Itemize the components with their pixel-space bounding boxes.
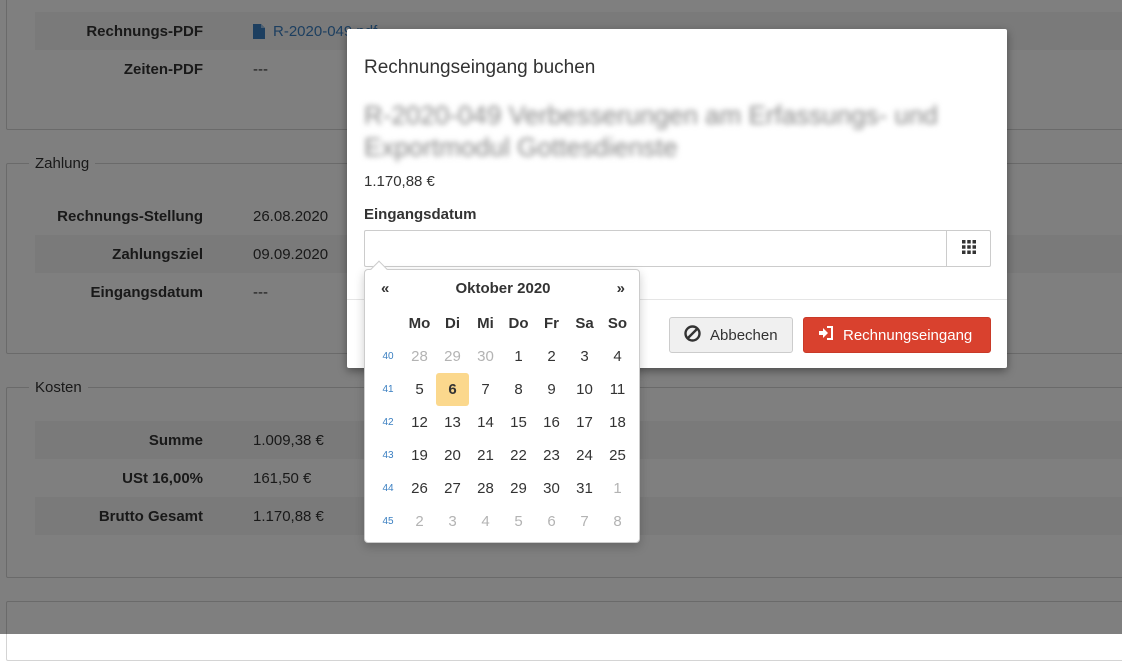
- week-number: 41: [382, 384, 394, 395]
- weekday-header: Sa: [575, 315, 594, 332]
- date-input-group: [364, 230, 991, 267]
- day-cell[interactable]: 29: [436, 340, 469, 373]
- day-cell[interactable]: 13: [436, 406, 469, 439]
- day-cell[interactable]: 9: [535, 373, 568, 406]
- day-cell[interactable]: 4: [601, 340, 634, 373]
- day-cell[interactable]: 11: [601, 373, 634, 406]
- submit-button-label: Rechnungseingang: [843, 326, 973, 344]
- day-cell[interactable]: 23: [535, 439, 568, 472]
- week-number: 42: [382, 417, 394, 428]
- datepicker-grid: Mo Di Mi Do Fr Sa So 40 28 29 30 1 2 3 4 41 5 6 7 8 9 10 11 42…: [373, 307, 634, 538]
- day-cell[interactable]: 30: [535, 472, 568, 505]
- day-cell-today[interactable]: 6: [436, 373, 469, 406]
- day-cell[interactable]: 19: [403, 439, 436, 472]
- day-cell[interactable]: 5: [403, 373, 436, 406]
- day-cell[interactable]: 6: [535, 505, 568, 538]
- day-cell[interactable]: 10: [568, 373, 601, 406]
- day-cell[interactable]: 7: [469, 373, 502, 406]
- datepicker-week-row: 43 19 20 21 22 23 24 25: [373, 439, 634, 472]
- modal-body: R-2020-049 Verbesserungen am Erfassungs-…: [364, 99, 992, 267]
- datepicker-week-row: 40 28 29 30 1 2 3 4: [373, 340, 634, 373]
- datepicker-week-row: 41 5 6 7 8 9 10 11: [373, 373, 634, 406]
- weekday-header: Mo: [408, 315, 431, 332]
- day-cell[interactable]: 17: [568, 406, 601, 439]
- datepicker: Oktober 2020 « » Mo Di Mi Do Fr Sa So 40 28 29 30…: [364, 260, 641, 543]
- week-header-spacer: [373, 307, 403, 340]
- day-cell[interactable]: 27: [436, 472, 469, 505]
- calendar-grid-icon: [961, 240, 976, 257]
- ban-icon: [684, 324, 701, 346]
- datepicker-weekday-row: Mo Di Mi Do Fr Sa So: [373, 307, 634, 340]
- day-cell[interactable]: 1: [502, 340, 535, 373]
- date-input[interactable]: [364, 230, 946, 267]
- day-cell[interactable]: 1: [601, 472, 634, 505]
- day-cell[interactable]: 14: [469, 406, 502, 439]
- invoice-title-blurred: R-2020-049 Verbesserungen am Erfassungs-…: [364, 100, 938, 162]
- day-cell[interactable]: 7: [568, 505, 601, 538]
- cancel-button[interactable]: Abbechen: [669, 317, 793, 353]
- day-cell[interactable]: 24: [568, 439, 601, 472]
- datepicker-week-row: 45 2 3 4 5 6 7 8: [373, 505, 634, 538]
- weekday-header: Di: [445, 315, 460, 332]
- day-cell[interactable]: 22: [502, 439, 535, 472]
- cancel-button-label: Abbechen: [710, 326, 778, 344]
- week-number: 44: [382, 483, 394, 494]
- day-cell[interactable]: 12: [403, 406, 436, 439]
- week-number: 43: [382, 450, 394, 461]
- day-cell[interactable]: 5: [502, 505, 535, 538]
- modal-title: Rechnungseingang buchen: [364, 57, 596, 78]
- weekday-header: Fr: [544, 315, 559, 332]
- day-cell[interactable]: 21: [469, 439, 502, 472]
- day-cell[interactable]: 18: [601, 406, 634, 439]
- day-cell[interactable]: 2: [535, 340, 568, 373]
- weekday-header: Mi: [477, 315, 494, 332]
- day-cell[interactable]: 29: [502, 472, 535, 505]
- day-cell[interactable]: 4: [469, 505, 502, 538]
- datepicker-header: Oktober 2020 « »: [365, 280, 641, 302]
- week-number: 45: [382, 516, 394, 527]
- day-cell[interactable]: 30: [469, 340, 502, 373]
- day-cell[interactable]: 26: [403, 472, 436, 505]
- datepicker-week-row: 44 26 27 28 29 30 31 1: [373, 472, 634, 505]
- day-cell[interactable]: 28: [469, 472, 502, 505]
- day-cell[interactable]: 20: [436, 439, 469, 472]
- day-cell[interactable]: 15: [502, 406, 535, 439]
- weekday-header: Do: [508, 315, 529, 332]
- datepicker-week-row: 42 12 13 14 15 16 17 18: [373, 406, 634, 439]
- day-cell[interactable]: 3: [568, 340, 601, 373]
- day-cell[interactable]: 8: [601, 505, 634, 538]
- invoice-amount: 1.170,88 €: [364, 173, 435, 190]
- day-cell[interactable]: 16: [535, 406, 568, 439]
- day-cell[interactable]: 25: [601, 439, 634, 472]
- datepicker-prev-button[interactable]: «: [381, 280, 389, 297]
- weekday-header: So: [607, 315, 628, 332]
- day-cell[interactable]: 8: [502, 373, 535, 406]
- day-cell[interactable]: 2: [403, 505, 436, 538]
- day-cell[interactable]: 3: [436, 505, 469, 538]
- date-field-label: Eingangsdatum: [364, 206, 477, 223]
- datepicker-month-label[interactable]: Oktober 2020: [365, 280, 641, 297]
- sign-in-icon: [818, 326, 834, 344]
- calendar-button[interactable]: [946, 230, 991, 267]
- datepicker-next-button[interactable]: »: [617, 280, 625, 297]
- day-cell[interactable]: 31: [568, 472, 601, 505]
- week-number: 40: [382, 351, 394, 362]
- day-cell[interactable]: 28: [403, 340, 436, 373]
- submit-invoice-button[interactable]: Rechnungseingang: [803, 317, 991, 353]
